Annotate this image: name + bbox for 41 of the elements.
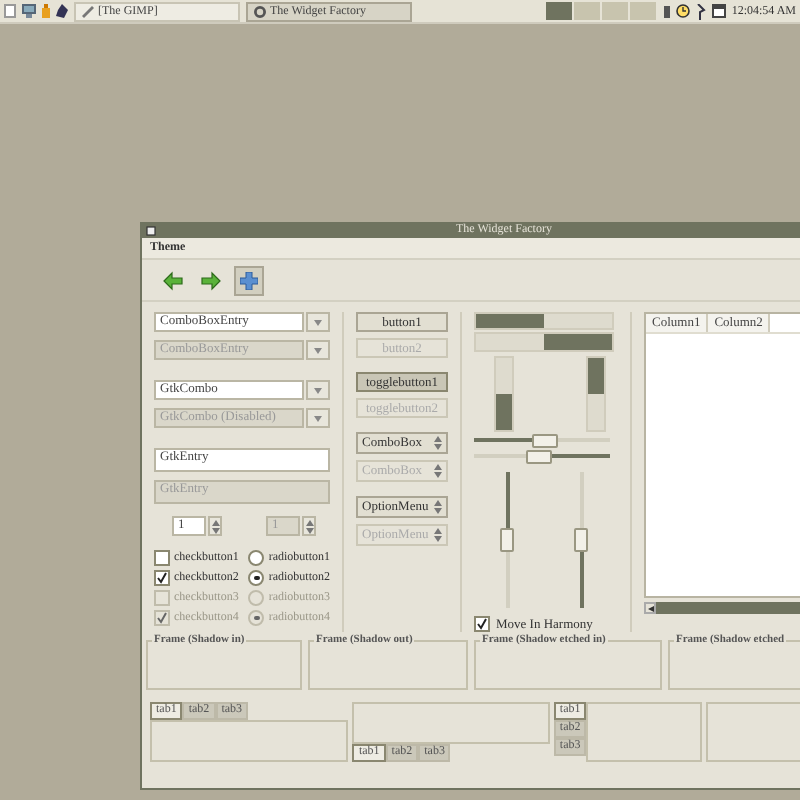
add-icon	[240, 271, 258, 289]
dropdown-arrow-icon	[314, 347, 322, 353]
slider-thumb[interactable]	[500, 528, 514, 552]
brush-icon	[82, 5, 94, 17]
notebook-panel	[586, 702, 702, 762]
slider-fill	[474, 437, 531, 442]
up-down-arrows-icon	[434, 464, 442, 478]
up-down-arrows-icon	[434, 500, 442, 514]
gear-icon	[254, 5, 266, 17]
toolbar-button[interactable]	[234, 265, 264, 295]
dropdown-arrow-icon	[314, 319, 322, 325]
checkbox[interactable]	[474, 616, 490, 632]
document-icon[interactable]	[4, 4, 16, 18]
up-down-arrows-icon	[434, 436, 442, 450]
slider-thumb[interactable]	[525, 449, 552, 464]
dropdown-arrow-icon	[314, 387, 322, 393]
calendar-icon	[711, 4, 726, 18]
left-arrow-icon[interactable]	[647, 605, 653, 611]
horizontal-scrollbar[interactable]	[644, 602, 800, 614]
checkbox-box[interactable]	[154, 570, 170, 586]
slider[interactable]	[474, 431, 610, 448]
computer-icon[interactable]	[22, 4, 36, 18]
slider-thumb[interactable]	[531, 433, 557, 448]
window-menu-icon[interactable]	[146, 225, 156, 235]
radio-button[interactable]	[248, 570, 265, 586]
forward-icon	[200, 269, 222, 291]
dropdown-arrow-icon	[314, 415, 322, 421]
workspace-pager[interactable]	[545, 2, 658, 20]
up-down-arrows-icon	[211, 519, 219, 533]
up-down-arrows-icon	[305, 519, 313, 533]
slider[interactable]	[574, 472, 590, 608]
radio-button[interactable]	[248, 550, 265, 566]
slider[interactable]	[500, 472, 516, 608]
slider[interactable]	[474, 447, 610, 464]
clock-icon	[675, 4, 690, 18]
slider-thumb[interactable]	[574, 528, 588, 552]
battery-icon	[663, 5, 670, 17]
up-down-arrows-icon	[434, 528, 442, 542]
back-icon	[162, 269, 184, 291]
checkbox-box[interactable]	[154, 550, 170, 566]
notebook-panel	[705, 702, 800, 762]
